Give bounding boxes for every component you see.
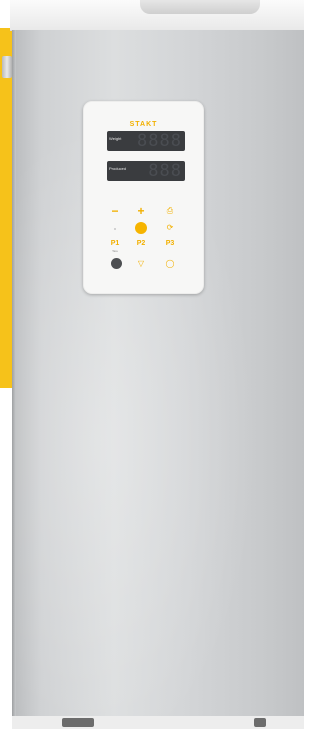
minus-button[interactable]: − <box>107 204 123 218</box>
machine-photo: STAKT Weight 8888 Produced 888 − + ⎙ ⟳ P… <box>0 0 304 729</box>
p2-button[interactable]: P2 <box>133 237 149 251</box>
weight-display: Weight 8888 <box>107 131 185 151</box>
hinge <box>2 56 12 78</box>
weight-digits: 8888 <box>137 131 182 151</box>
start-button[interactable] <box>135 222 147 234</box>
product-digits: 888 <box>148 161 182 181</box>
print-icon[interactable]: ⎙ <box>165 206 175 216</box>
weight-display-label: Weight <box>109 137 133 141</box>
power-button[interactable] <box>111 258 122 269</box>
refresh-icon[interactable]: ⟳ <box>165 223 175 233</box>
product-display-label: Produced <box>109 167 133 171</box>
product-display: Produced 888 <box>107 161 185 181</box>
hopper-rim <box>140 0 260 14</box>
p3-button[interactable]: P3 <box>162 237 178 251</box>
weight-label-text: Weight <box>109 136 122 141</box>
p1-sub-label: Tare <box>112 249 118 253</box>
brand-label: STAKT <box>129 121 158 128</box>
body-left-edge <box>12 30 16 718</box>
right-foot <box>254 718 266 727</box>
product-label-text: Produced <box>109 166 127 171</box>
cup-icon[interactable]: ▽ <box>136 259 146 269</box>
indicator-dot <box>114 228 116 230</box>
drop-icon[interactable]: ◯ <box>165 259 175 269</box>
control-panel: STAKT Weight 8888 Produced 888 − + ⎙ ⟳ P… <box>83 101 204 294</box>
plus-button[interactable]: + <box>133 204 149 218</box>
left-foot <box>62 718 94 727</box>
